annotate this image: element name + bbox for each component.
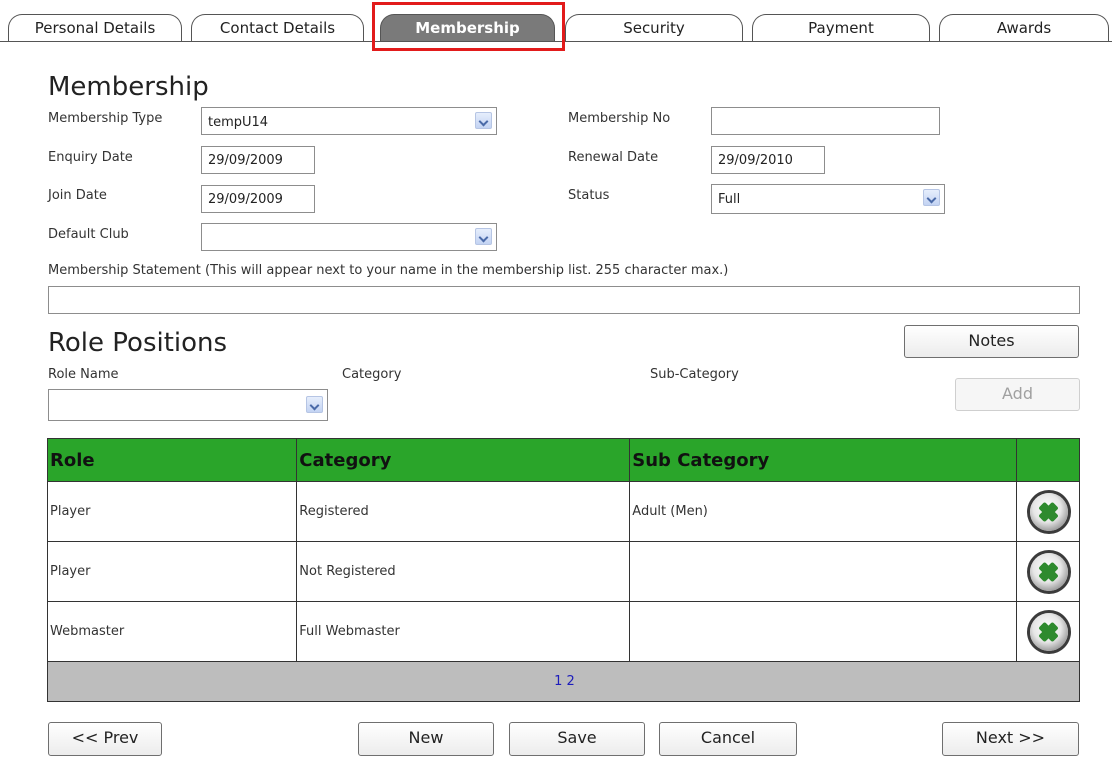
membership-type-select[interactable]: tempU14 xyxy=(201,107,497,135)
cell-role: Player xyxy=(46,541,298,602)
status-value: Full xyxy=(718,192,741,207)
add-role-button[interactable]: Add xyxy=(955,378,1080,411)
table-row: Player Registered Adult (Men) xyxy=(46,481,1080,542)
role-positions-heading: Role Positions xyxy=(48,328,228,358)
role-name-select[interactable] xyxy=(48,389,328,421)
membership-statement-field[interactable] xyxy=(48,286,1080,314)
enquiry-date-field[interactable]: 29/09/2009 xyxy=(201,146,315,174)
cell-category: Not Registered xyxy=(296,541,631,602)
active-tab-highlight xyxy=(372,2,565,51)
join-date-field[interactable]: 29/09/2009 xyxy=(201,185,315,213)
table-row: Webmaster Full Webmaster xyxy=(46,601,1080,662)
category-label: Category xyxy=(342,367,402,382)
next-button[interactable]: Next >> xyxy=(942,722,1079,756)
cell-sub-category: Adult (Men) xyxy=(629,481,1018,542)
column-header-actions xyxy=(1016,438,1080,482)
cell-role: Player xyxy=(46,481,298,542)
join-date-label: Join Date xyxy=(48,188,107,203)
renewal-date-label: Renewal Date xyxy=(568,150,659,165)
tab-awards[interactable]: Awards xyxy=(939,14,1109,42)
sub-category-label: Sub-Category xyxy=(650,367,739,382)
pager-row: 1 2 xyxy=(47,661,1080,702)
cell-actions xyxy=(1016,541,1080,602)
column-header-sub-category: Sub Category xyxy=(629,438,1018,482)
table-header-row: Role Category Sub Category xyxy=(46,438,1080,482)
notes-button[interactable]: Notes xyxy=(904,325,1079,358)
default-club-select[interactable] xyxy=(201,223,497,251)
save-button[interactable]: Save xyxy=(509,722,645,756)
tab-contact-details[interactable]: Contact Details xyxy=(191,14,364,42)
membership-statement-label: Membership Statement (This will appear n… xyxy=(48,263,729,278)
cell-category: Full Webmaster xyxy=(296,601,631,662)
renewal-date-field[interactable]: 29/09/2010 xyxy=(711,146,825,174)
chevron-down-icon[interactable] xyxy=(475,112,492,129)
table-row: Player Not Registered xyxy=(46,541,1080,602)
cell-sub-category xyxy=(629,541,1018,602)
tab-payment[interactable]: Payment xyxy=(752,14,930,42)
tab-security[interactable]: Security xyxy=(565,14,743,42)
membership-no-label: Membership No xyxy=(568,111,671,126)
membership-type-label: Membership Type xyxy=(48,111,163,126)
roles-table: Role Category Sub Category Player Regist… xyxy=(46,438,1080,702)
delete-icon[interactable] xyxy=(1030,552,1069,591)
delete-icon[interactable] xyxy=(1030,492,1069,531)
cell-category: Registered xyxy=(296,481,631,542)
status-select[interactable]: Full xyxy=(711,184,945,214)
cell-sub-category xyxy=(629,601,1018,662)
membership-type-value: tempU14 xyxy=(208,115,269,130)
cancel-button[interactable]: Cancel xyxy=(659,722,797,756)
enquiry-date-label: Enquiry Date xyxy=(48,150,133,165)
chevron-down-icon[interactable] xyxy=(306,396,323,413)
status-label: Status xyxy=(568,188,610,203)
tab-personal-details[interactable]: Personal Details xyxy=(8,14,182,42)
column-header-category: Category xyxy=(296,438,631,482)
membership-heading: Membership xyxy=(48,72,209,102)
pager-links[interactable]: 1 2 xyxy=(47,661,1080,702)
chevron-down-icon[interactable] xyxy=(923,189,940,206)
delete-icon[interactable] xyxy=(1030,612,1069,651)
cell-role: Webmaster xyxy=(46,601,298,662)
chevron-down-icon[interactable] xyxy=(475,228,492,245)
role-name-label: Role Name xyxy=(48,367,119,382)
default-club-label: Default Club xyxy=(48,227,129,242)
cell-actions xyxy=(1016,481,1080,542)
prev-button[interactable]: << Prev xyxy=(48,722,162,756)
column-header-role: Role xyxy=(46,438,298,482)
membership-no-field[interactable] xyxy=(711,107,940,135)
cell-actions xyxy=(1016,601,1080,662)
new-button[interactable]: New xyxy=(358,722,494,756)
